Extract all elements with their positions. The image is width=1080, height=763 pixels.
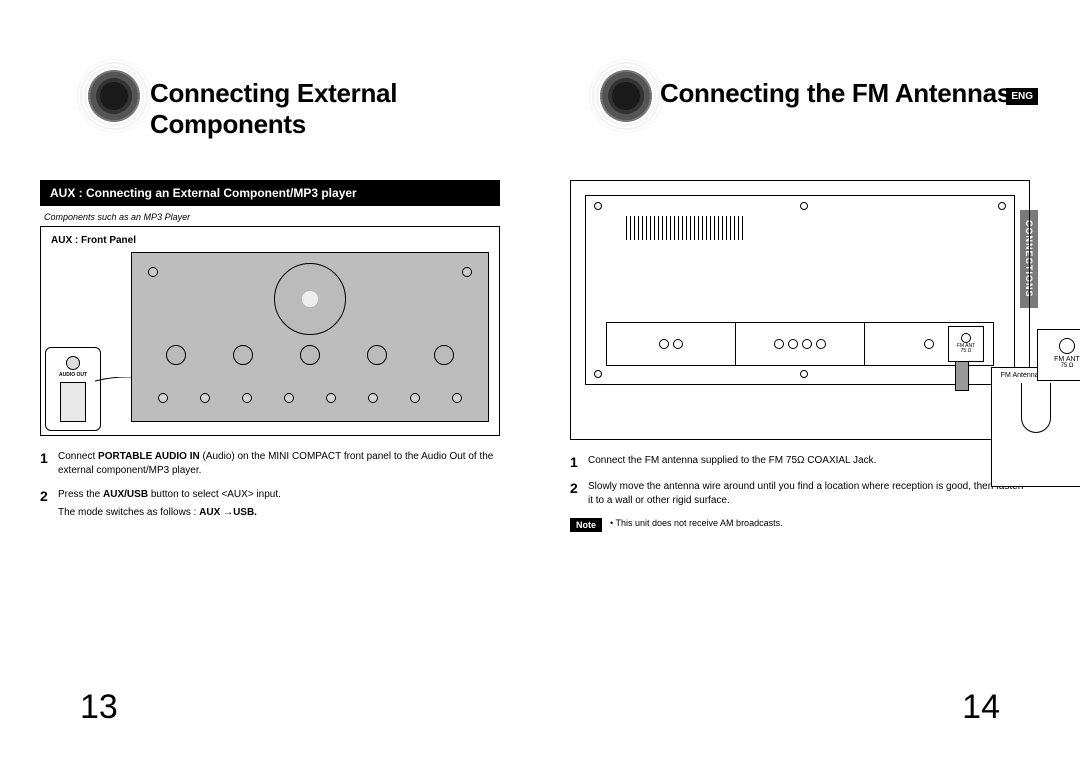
knob-icon xyxy=(300,345,320,365)
step-1: 1 Connect the FM antenna supplied to the… xyxy=(570,454,1030,470)
fm-antenna-callout: FM Antenna (supplied) xyxy=(991,367,1080,487)
antenna-wire-icon xyxy=(1021,383,1051,433)
rear-port-strip xyxy=(606,322,994,366)
panel-screw-icon xyxy=(462,267,472,277)
step-number: 1 xyxy=(40,450,58,478)
page-number: 14 xyxy=(962,688,1000,727)
screw-icon xyxy=(800,370,808,378)
audio-out-jack-icon xyxy=(66,356,80,370)
page-title: Connecting the FM Antennas xyxy=(660,78,1011,109)
speaker-bullet-icon xyxy=(590,60,662,132)
note-text: This unit does not receive AM broadcasts… xyxy=(610,518,783,530)
speaker-bullet-icon xyxy=(78,60,150,132)
figure-label: AUX : Front Panel xyxy=(51,235,489,246)
knob-icon xyxy=(166,345,186,365)
fm-port-label-2: 75 Ω xyxy=(949,349,983,354)
figure-caption: Components such as an MP3 Player xyxy=(40,212,500,222)
step-subtext: The mode switches as follows : AUX →USB. xyxy=(58,506,281,520)
panel-button-icon xyxy=(158,393,168,403)
coax-plug-icon xyxy=(955,361,969,391)
step-number: 1 xyxy=(570,454,588,470)
note-tag: Note xyxy=(570,518,602,532)
step-text: Connect the FM antenna supplied to the F… xyxy=(588,454,876,470)
port-group xyxy=(607,323,736,365)
step-text: Connect PORTABLE AUDIO IN (Audio) on the… xyxy=(58,450,500,478)
note-row: Note This unit does not receive AM broad… xyxy=(570,518,1030,532)
back-panel-illustration: FM ANT 75 Ω FM Antenna (supplied) FM ANT… xyxy=(585,195,1015,385)
mp3-player-illustration: AUDIO OUT xyxy=(45,347,101,431)
panel-button-icon xyxy=(242,393,252,403)
panel-button-icon xyxy=(284,393,294,403)
jack-icon xyxy=(924,339,934,349)
panel-button-icon xyxy=(368,393,378,403)
page-title: Connecting External Components xyxy=(150,78,540,140)
step-2: 2 Press the AUX/USB button to select <AU… xyxy=(40,488,500,520)
step-number: 2 xyxy=(40,488,58,520)
steps-list: 1 Connect the FM antenna supplied to the… xyxy=(570,454,1030,508)
screw-icon xyxy=(998,202,1006,210)
fm-port-enlarged-label-2: 75 Ω xyxy=(1038,363,1080,369)
screw-icon xyxy=(594,370,602,378)
jack-icon xyxy=(774,339,784,349)
port-group xyxy=(736,323,865,365)
fm-antenna-port: FM ANT 75 Ω FM Antenna (supplied) FM ANT… xyxy=(948,326,984,362)
fm-port-enlarged: FM ANT 75 Ω xyxy=(1037,329,1080,381)
front-panel-illustration xyxy=(131,252,489,422)
figure-back-panel: FM ANT 75 Ω FM Antenna (supplied) FM ANT… xyxy=(570,180,1030,440)
knob-icon xyxy=(367,345,387,365)
jack-icon xyxy=(816,339,826,349)
language-tag: ENG xyxy=(1006,88,1038,105)
audio-out-label: AUDIO OUT xyxy=(46,372,100,378)
screw-icon xyxy=(594,202,602,210)
panel-button-icon xyxy=(410,393,420,403)
coax-jack-icon xyxy=(961,333,971,343)
fm-port-enlarged-label-1: FM ANT xyxy=(1038,356,1080,363)
jack-icon xyxy=(673,339,683,349)
panel-button-icon xyxy=(452,393,462,403)
step-number: 2 xyxy=(570,480,588,508)
figure-aux-front-panel: AUX : Front Panel AUDIO OUT Audio Cable … xyxy=(40,226,500,436)
step-1: 1 Connect PORTABLE AUDIO IN (Audio) on t… xyxy=(40,450,500,478)
step-2: 2 Slowly move the antenna wire around un… xyxy=(570,480,1030,508)
jack-icon xyxy=(659,339,669,349)
player-screen xyxy=(60,382,86,422)
page-right: Connecting the FM Antennas ENG CONNECTIO… xyxy=(540,0,1080,763)
jack-icon xyxy=(788,339,798,349)
panel-button-row xyxy=(142,383,478,413)
step-text: Press the AUX/USB button to select <AUX>… xyxy=(58,488,281,520)
vent-grille-icon xyxy=(626,216,746,240)
cd-slot-icon xyxy=(274,263,346,335)
jack-icon xyxy=(802,339,812,349)
step-text: Slowly move the antenna wire around unti… xyxy=(588,480,1030,508)
knob-icon xyxy=(233,345,253,365)
steps-list: 1 Connect PORTABLE AUDIO IN (Audio) on t… xyxy=(40,450,500,520)
panel-screw-icon xyxy=(148,267,158,277)
page-left: Connecting External Components AUX : Con… xyxy=(0,0,540,763)
knob-icon xyxy=(434,345,454,365)
panel-button-icon xyxy=(200,393,210,403)
panel-knob-row xyxy=(142,333,478,377)
screw-icon xyxy=(800,202,808,210)
section-heading-bar: AUX : Connecting an External Component/M… xyxy=(40,180,500,206)
coax-jack-icon xyxy=(1059,338,1075,354)
panel-button-icon xyxy=(326,393,336,403)
page-number: 13 xyxy=(80,688,118,727)
